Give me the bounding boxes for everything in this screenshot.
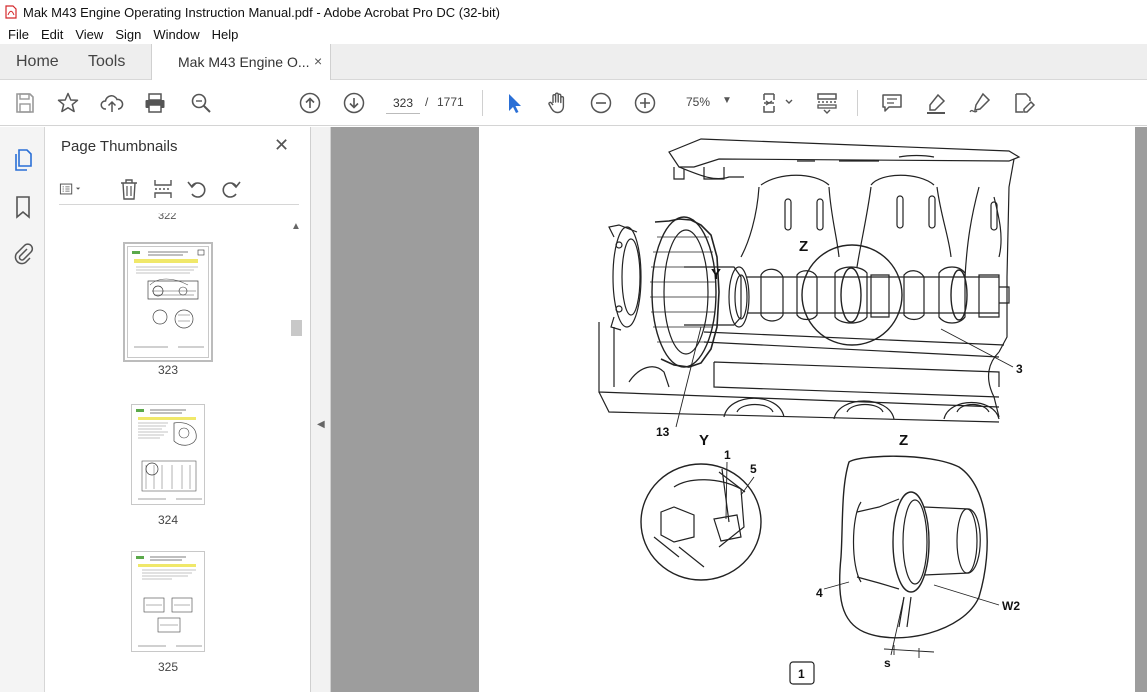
title-bar: Mak M43 Engine Operating Instruction Man… (0, 0, 1147, 24)
tab-document-label: Mak M43 Engine O... (178, 54, 310, 70)
thumbnail-scrollbar[interactable]: ▲ (289, 221, 303, 692)
detail-z-label: Z (899, 432, 908, 449)
thumbnail-tools (59, 175, 299, 205)
fit-page-icon[interactable] (760, 91, 796, 115)
comment-icon[interactable] (880, 91, 904, 115)
thumbnails-panel: Page Thumbnails ✕ 322 323 324 325 ▲ (45, 127, 311, 692)
rotate-right-icon[interactable] (219, 177, 243, 201)
menu-bar: File Edit View Sign Window Help (0, 24, 1147, 44)
zoom-out-icon[interactable] (589, 91, 613, 115)
label-y-top: Y (711, 266, 721, 283)
prev-page-icon[interactable] (298, 91, 322, 115)
thumbnail-page-number: 325 (157, 660, 179, 674)
toolbar-divider (482, 90, 483, 116)
menu-window[interactable]: Window (147, 27, 205, 42)
bookmarks-icon[interactable] (10, 194, 36, 220)
panel-title: Page Thumbnails (61, 138, 178, 155)
document-viewer[interactable]: Z Y 3 13 Y Z 1 5 4 W2 s 1 (331, 127, 1147, 692)
page-total: 1771 (437, 95, 464, 109)
menu-view[interactable]: View (69, 27, 109, 42)
upload-icon[interactable] (100, 91, 124, 115)
zoom-level[interactable]: 75% (686, 95, 710, 109)
callout-s: s (884, 656, 891, 670)
thumbnail-label: 322 (158, 213, 177, 222)
hand-icon[interactable] (545, 91, 569, 115)
callout-3: 3 (1016, 362, 1023, 376)
collapse-arrow-icon: ◀ (317, 419, 325, 430)
tab-tools[interactable]: Tools (88, 53, 125, 71)
menu-file[interactable]: File (2, 27, 35, 42)
callout-13: 13 (656, 425, 670, 439)
thumbnail-preview (136, 409, 202, 500)
callout-w2: W2 (1002, 599, 1020, 613)
engine-technical-drawing: Z Y 3 13 Y Z 1 5 4 W2 s 1 (598, 138, 1023, 685)
rotate-left-icon[interactable] (185, 177, 209, 201)
thumbnail-page-number: 323 (157, 363, 179, 377)
page-number-input[interactable] (386, 92, 420, 114)
edit-pdf-icon[interactable] (1012, 91, 1036, 115)
thumbnail-options-icon[interactable] (59, 177, 83, 201)
panel-collapse-handle[interactable]: ◀ (311, 127, 331, 692)
thumbnail-page-325[interactable] (131, 551, 205, 652)
thumbnail-page-324[interactable] (131, 404, 205, 505)
thumbnail-page-number: 324 (157, 513, 179, 527)
menu-sign[interactable]: Sign (109, 27, 147, 42)
delete-page-icon[interactable] (117, 177, 141, 201)
left-rail (0, 127, 45, 692)
scrollbar-thumb[interactable] (291, 320, 302, 336)
next-page-icon[interactable] (342, 91, 366, 115)
scroll-up-icon[interactable]: ▲ (291, 221, 301, 232)
callout-1: 1 (724, 448, 731, 462)
save-icon[interactable] (13, 91, 37, 115)
attachments-icon[interactable] (10, 240, 36, 266)
page-thumbnails-icon[interactable] (10, 147, 36, 173)
thumbnail-preview (132, 249, 205, 348)
callout-4: 4 (816, 586, 823, 600)
thumbnail-page-323[interactable] (123, 242, 213, 362)
figure-number: 1 (798, 667, 805, 681)
menu-help[interactable]: Help (206, 27, 245, 42)
tab-document[interactable]: Mak M43 Engine O... × (151, 44, 331, 81)
toolbar-divider (857, 90, 858, 116)
find-icon[interactable] (189, 91, 213, 115)
callout-5: 5 (750, 462, 757, 476)
toolbar: / 1771 75% ▼ (0, 80, 1147, 126)
thumbnail-list: 322 323 324 325 (45, 213, 291, 692)
zoom-dropdown-icon[interactable]: ▼ (722, 95, 732, 106)
print-icon[interactable] (143, 91, 167, 115)
menu-edit[interactable]: Edit (35, 27, 69, 42)
page-separator: / (425, 95, 429, 109)
thumbnail-preview (136, 556, 202, 647)
sign-icon[interactable] (968, 91, 992, 115)
select-arrow-icon[interactable] (502, 91, 526, 115)
zoom-in-icon[interactable] (633, 91, 657, 115)
acrobat-logo-icon (5, 5, 17, 19)
highlight-icon[interactable] (924, 91, 948, 115)
bookmark-star-icon[interactable] (56, 91, 80, 115)
label-z-top: Z (799, 238, 808, 255)
pdf-page: Z Y 3 13 Y Z 1 5 4 W2 s 1 (479, 127, 1135, 692)
window-title: Mak M43 Engine Operating Instruction Man… (23, 4, 500, 20)
detail-y-label: Y (699, 432, 709, 449)
close-tab-icon[interactable]: × (314, 53, 322, 69)
tab-home[interactable]: Home (16, 53, 59, 71)
tab-bar: Home Tools Mak M43 Engine O... × (0, 44, 1147, 81)
extract-pages-icon[interactable] (151, 177, 175, 201)
scroll-mode-icon[interactable] (815, 91, 839, 115)
close-panel-icon[interactable]: ✕ (274, 135, 289, 156)
